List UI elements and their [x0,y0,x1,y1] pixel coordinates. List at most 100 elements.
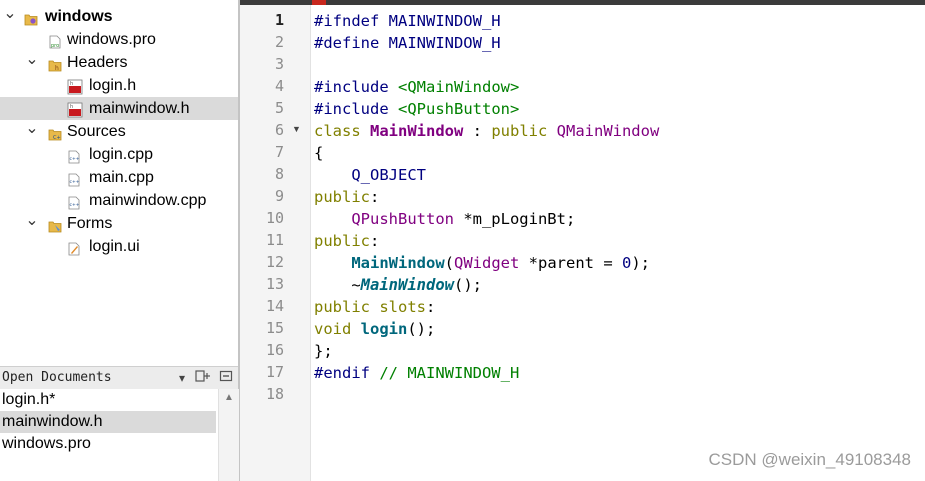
header-file-icon: h [67,102,83,118]
line-number: 16 [265,341,284,359]
line-number: 7 [274,143,284,161]
header-file-icon: h [67,79,83,95]
line-number: 9 [274,187,284,205]
expand-arrow-icon[interactable]: ⌄ [25,212,39,235]
code-editor[interactable]: #ifndef MAINWINDOW_H #define MAINWINDOW_H… [314,0,914,481]
svg-text:h: h [55,65,59,72]
code-line: #ifndef MAINWINDOW_H [314,10,501,32]
tree-item[interactable]: ⌄ C+ Sources [0,120,238,143]
pro-file-icon: pro [48,33,62,49]
tree-item-label: windows [45,8,113,25]
code-token: public [314,298,380,316]
code-line: public: [314,230,379,252]
svg-text:c++: c++ [70,179,80,185]
code-token: ); [631,254,650,272]
code-line: Q_OBJECT [314,164,426,186]
expand-arrow-icon[interactable]: ⌄ [25,120,39,143]
line-number: 15 [265,319,284,337]
line-number: 18 [265,385,284,403]
line-number: 17 [265,363,284,381]
line-number: 2 [274,33,284,51]
tree-item-label: Forms [67,215,113,232]
code-token: }; [314,342,333,360]
code-token: MainWindow [360,276,454,294]
open-document-item[interactable]: login.h* [0,389,216,411]
code-token: #define MAINWINDOW_H [314,34,501,52]
code-token: <QPushButton> [398,100,520,118]
scroll-up-arrow-icon[interactable]: ▲ [222,391,236,405]
code-token: : [426,298,436,316]
line-number: 4 [274,77,284,95]
tree-item[interactable]: c++ login.cpp [0,143,238,166]
tree-item[interactable]: h login.h [0,74,238,97]
tree-item-label: main.cpp [89,169,154,186]
line-number: 3 [274,55,284,73]
expand-arrow-icon[interactable]: ⌄ [3,5,17,28]
code-token: slots [379,298,426,316]
tree-item[interactable]: c++ main.cpp [0,166,238,189]
line-number: 13 [265,275,284,293]
code-token: (); [454,276,482,294]
forms-folder-icon [48,217,62,233]
open-documents-title: Open Documents [2,370,112,385]
open-document-item[interactable]: mainwindow.h [0,411,216,433]
code-line: QPushButton *m_pLoginBt; [314,208,575,230]
code-line: public slots: [314,296,435,318]
tree-item[interactable]: h mainwindow.h [0,97,238,120]
tree-item-label: windows.pro [67,31,156,48]
fold-marker-icon[interactable]: ▼ [292,124,301,134]
tree-item-label: mainwindow.cpp [89,192,207,209]
open-document-item[interactable]: windows.pro [0,433,216,455]
svg-text:h: h [70,81,73,87]
code-token: #include [314,100,398,118]
code-line: class MainWindow : public QMainWindow [314,120,659,142]
code-token: : [370,232,380,250]
code-token: : [463,122,492,140]
close-pane-icon[interactable] [218,369,234,387]
code-token: public [491,122,557,140]
tree-item[interactable]: pro windows.pro [0,28,238,51]
code-token: public [314,188,370,206]
headers-folder-icon: h [48,56,62,72]
tree-item-label: mainwindow.h [89,100,190,117]
split-view-icon[interactable] [194,369,212,387]
code-token: <QMainWindow> [398,78,520,96]
code-line: #endif // MAINWINDOW_H [314,362,519,384]
open-documents-scrollbar[interactable]: ▲ [218,389,239,481]
line-number: 12 [265,253,284,271]
tree-item-label: login.h [89,77,137,94]
svg-text:c++: c++ [70,202,80,208]
code-token: // MAINWINDOW_H [379,364,520,382]
code-line: void login(); [314,318,435,340]
code-token: 0 [621,254,632,272]
tree-item[interactable]: login.ui [0,235,238,258]
code-token: MainWindow [314,254,445,272]
code-line: #include <QMainWindow> [314,76,519,98]
code-line: }; [314,340,333,362]
tree-item[interactable]: ⌄ h Headers [0,51,238,74]
code-line: public: [314,186,379,208]
tree-item-label: Headers [67,54,128,71]
code-line: MainWindow(QWidget *parent = 0); [314,252,650,274]
code-token: void [314,320,361,338]
cpp-file-icon: c++ [67,148,81,164]
tree-top-strip [0,0,238,4]
line-number: 1 [274,11,284,29]
expand-arrow-icon[interactable]: ⌄ [25,51,39,74]
svg-text:c++: c++ [70,156,80,162]
code-token: MainWindow [370,122,464,140]
project-icon [24,10,38,26]
tree-item[interactable]: ⌄ windows [0,5,238,28]
code-token: { [314,144,324,162]
line-number: 5 [274,99,284,117]
dropdown-arrow-icon[interactable]: ▾ [176,369,188,387]
tree-item[interactable]: c++ mainwindow.cpp [0,189,238,212]
code-token: #ifndef MAINWINDOW_H [314,12,501,30]
code-token: QMainWindow [556,122,660,140]
ui-file-icon [67,240,81,256]
svg-text:pro: pro [51,43,59,49]
tree-item[interactable]: ⌄ Forms [0,212,238,235]
cpp-file-icon: c++ [67,194,81,210]
svg-text:C+: C+ [53,135,61,141]
project-tree: ⌄ windows pro windows.pro ⌄ h Headers h login.h h… [0,0,238,362]
